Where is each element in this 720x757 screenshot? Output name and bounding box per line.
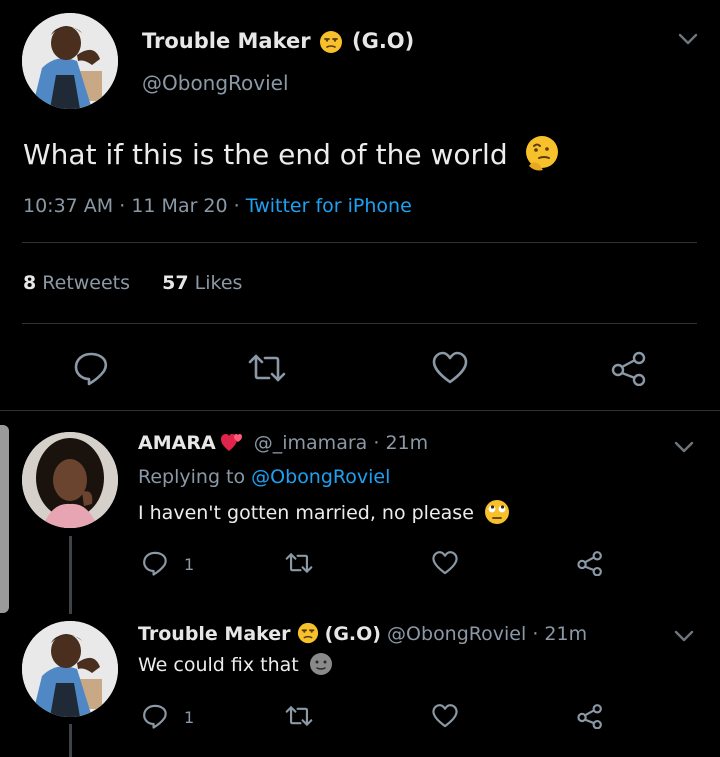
scroll-edge[interactable] xyxy=(0,425,9,613)
reply-button[interactable] xyxy=(142,550,168,576)
like-label[interactable]: Likes xyxy=(195,272,243,294)
like-count[interactable]: 57 xyxy=(162,272,188,294)
two-hearts-icon xyxy=(220,433,242,451)
thread-line xyxy=(69,724,72,757)
meta-separator: · xyxy=(373,432,386,454)
reply-count: 1 xyxy=(184,708,195,727)
chevron-down-icon[interactable] xyxy=(672,438,696,460)
chevron-down-icon[interactable] xyxy=(676,30,700,52)
reply-button[interactable] xyxy=(142,703,168,729)
like-button[interactable] xyxy=(431,703,459,729)
author-name[interactable]: Trouble Maker xyxy=(142,29,311,53)
neutral-face-icon xyxy=(309,652,332,675)
thread-line xyxy=(69,536,72,614)
tweet-client[interactable]: Twitter for iPhone xyxy=(246,195,412,217)
unamused-face-icon xyxy=(320,31,343,53)
share-icon[interactable] xyxy=(576,703,604,729)
retweet-button[interactable] xyxy=(247,350,287,386)
avatar[interactable] xyxy=(22,621,118,717)
avatar[interactable] xyxy=(22,432,118,528)
author-name-suffix: (G.O) xyxy=(324,623,381,645)
replying-to-label: Replying to xyxy=(138,466,246,488)
retweet-button[interactable] xyxy=(284,703,314,729)
reply-text: I haven't gotten married, no please xyxy=(138,502,474,524)
divider xyxy=(22,323,697,324)
divider xyxy=(22,242,697,243)
retweet-button[interactable] xyxy=(284,550,314,576)
author-name[interactable]: AMARA xyxy=(138,432,216,454)
tweet-text: What if this is the end of the world xyxy=(23,138,508,171)
share-icon[interactable] xyxy=(576,550,604,576)
eye-roll-face-icon xyxy=(484,499,509,524)
author-handle[interactable]: @ObongRoviel xyxy=(387,623,526,645)
like-button[interactable] xyxy=(431,350,469,386)
author-name-suffix: (G.O) xyxy=(351,29,415,53)
author-handle[interactable]: @ObongRoviel xyxy=(142,71,289,95)
meta-separator: · xyxy=(119,195,132,217)
unamused-face-icon xyxy=(297,622,318,643)
replying-to-handle[interactable]: @ObongRoviel xyxy=(251,466,390,488)
chevron-down-icon[interactable] xyxy=(672,627,696,649)
retweet-label[interactable]: Retweets xyxy=(42,272,130,294)
author-handle[interactable]: @_imamara xyxy=(254,432,368,454)
author-name[interactable]: Trouble Maker xyxy=(138,623,291,645)
reply-age: 21m xyxy=(385,432,429,454)
share-icon[interactable] xyxy=(610,350,648,386)
meta-separator: · xyxy=(532,623,545,645)
tweet-date: 11 Mar 20 xyxy=(131,195,228,217)
tweet-time: 10:37 AM xyxy=(23,195,114,217)
reply-button[interactable] xyxy=(73,350,109,386)
reply-age: 21m xyxy=(544,623,588,645)
meta-separator: · xyxy=(233,195,246,217)
like-button[interactable] xyxy=(431,550,459,576)
thinking-face-icon xyxy=(525,136,558,171)
retweet-count[interactable]: 8 xyxy=(23,272,36,294)
avatar[interactable] xyxy=(22,13,118,109)
divider xyxy=(0,410,720,411)
reply-text: We could fix that xyxy=(138,654,299,676)
reply-count: 1 xyxy=(184,555,195,574)
